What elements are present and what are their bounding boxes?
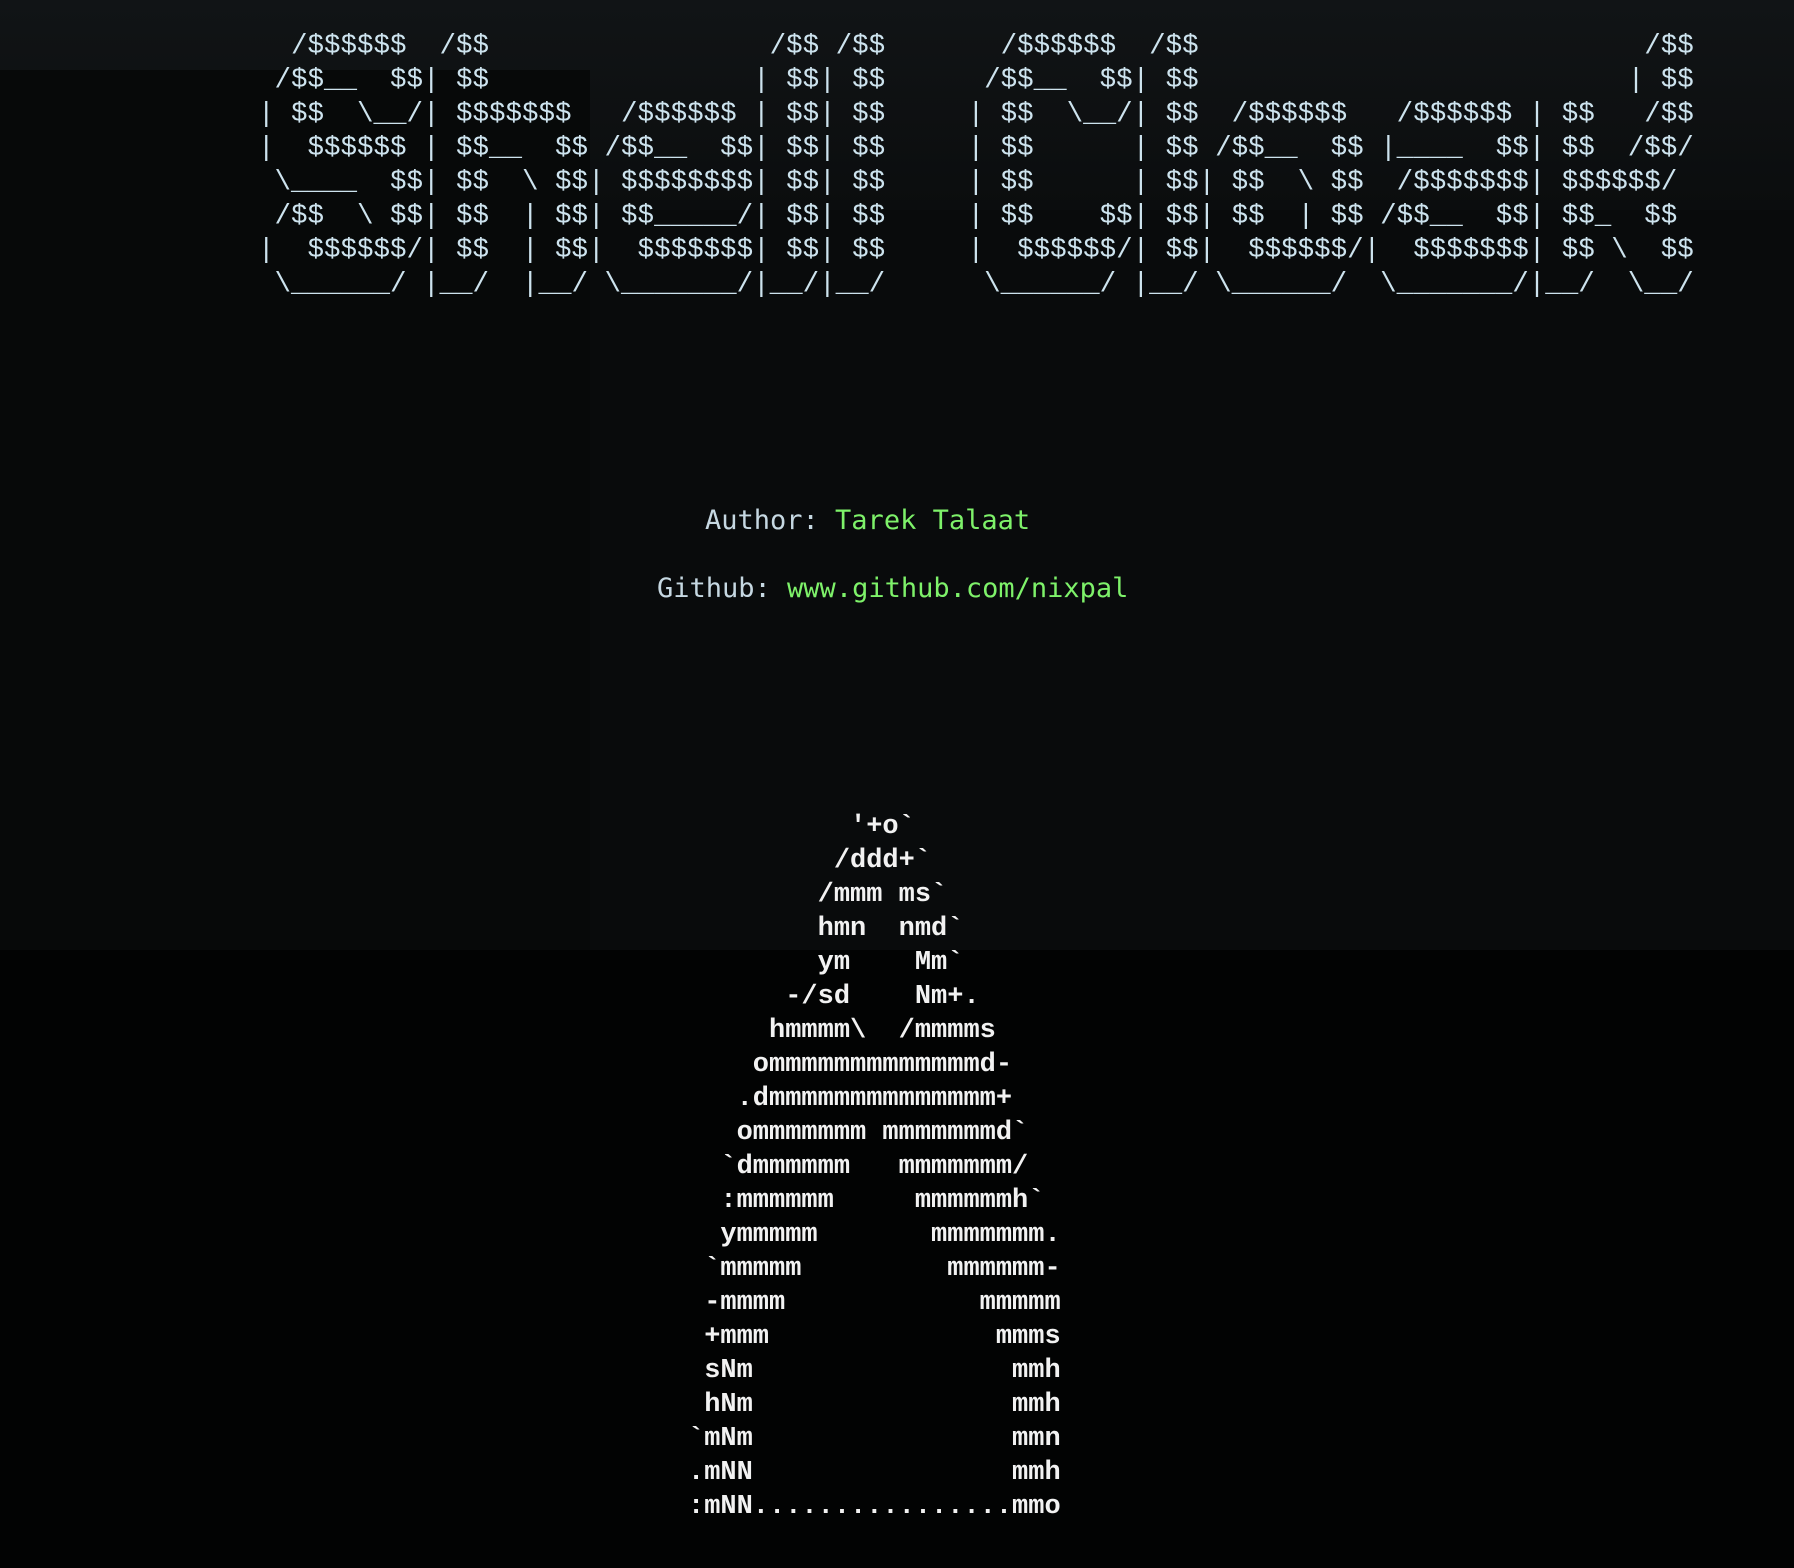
ascii-art-figure: '+o` /ddd+` /mmm ms` hmn nmd` ym Mm` -/s…	[688, 812, 1061, 1522]
github-url[interactable]: www.github.com/nixpal	[787, 573, 1128, 604]
author-line: Author: Tarek Talaat	[705, 505, 1030, 536]
github-line: Github: www.github.com/nixpal	[657, 573, 1128, 604]
shell-check-ascii-banner: /$$$$$$ /$$ /$$ /$$ /$$$$$$ /$$ /$$ /$$_…	[258, 31, 1694, 300]
author-name: Tarek Talaat	[835, 505, 1031, 536]
author-label: Author:	[705, 505, 836, 536]
github-label: Github:	[657, 573, 788, 604]
